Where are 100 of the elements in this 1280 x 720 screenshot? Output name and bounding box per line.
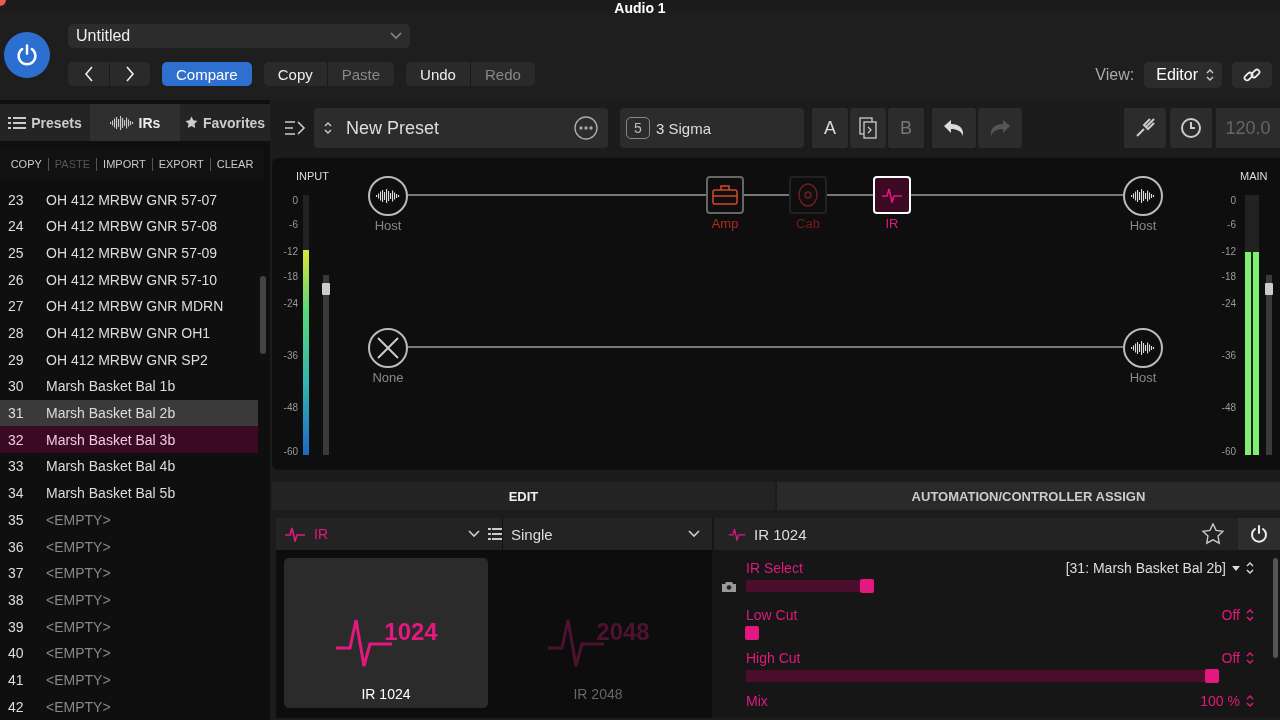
toolbar-button[interactable]: Compare <box>162 62 252 86</box>
parameter-value[interactable]: Off <box>1221 650 1254 666</box>
meter-scale-label: 0 <box>291 195 298 206</box>
undo-button[interactable] <box>932 108 976 148</box>
ir-list-item[interactable]: 27 OH 412 MRBW GNR MDRN <box>0 293 258 320</box>
stepper-icon <box>1246 651 1254 665</box>
ir-list-item[interactable]: 28 OH 412 MRBW GNR OH1 <box>0 319 258 347</box>
power-button[interactable] <box>4 32 50 78</box>
snapshot-selector[interactable]: 5 3 Sigma <box>620 108 804 148</box>
io-node[interactable] <box>1123 176 1163 216</box>
io-node[interactable] <box>368 328 408 368</box>
tempo-button[interactable] <box>1170 108 1212 148</box>
ir-list-item[interactable]: 33 Marsh Basket Bal 4b <box>0 453 258 480</box>
meter-scale-label: -18 <box>282 271 298 282</box>
item-number: 35 <box>8 511 25 528</box>
list-action-button[interactable]: IMPORT <box>97 158 153 172</box>
list-action-button[interactable]: CLEAR <box>210 158 260 172</box>
item-name: <EMPTY> <box>46 591 111 608</box>
ir-list-item[interactable]: 26 OH 412 MRBW GNR 57-10 <box>0 266 258 293</box>
ir-list-item[interactable]: 39 <EMPTY> <box>0 613 258 640</box>
slider-thumb[interactable] <box>1205 669 1219 683</box>
ir-list-item[interactable]: 35 <EMPTY> <box>0 506 258 534</box>
tuner-button[interactable] <box>1124 108 1166 148</box>
ir-list-item[interactable]: 41 <EMPTY> <box>0 666 258 694</box>
item-name: OH 412 MRBW GNR 57-09 <box>46 244 218 261</box>
preset-name-field[interactable]: New Preset <box>314 108 608 148</box>
panel-tab[interactable]: EDIT <box>272 482 775 510</box>
item-number: 25 <box>8 244 25 261</box>
item-number: 24 <box>8 218 25 235</box>
item-name: OH 412 MRBW GNR SP2 <box>46 351 208 368</box>
ir-list-item[interactable]: 31 Marsh Basket Bal 2b <box>0 399 258 427</box>
meter-scale-label: -60 <box>1220 446 1236 457</box>
ir-list-item[interactable]: 30 Marsh Basket Bal 1b <box>0 373 258 400</box>
ir-list-item[interactable]: 37 <EMPTY> <box>0 559 258 587</box>
block-node[interactable] <box>789 176 827 214</box>
category-dropdown[interactable]: IR <box>276 518 488 550</box>
item-number: 37 <box>8 565 25 582</box>
ir-list-item[interactable]: 38 <EMPTY> <box>0 586 258 614</box>
chevron-right-icon <box>125 66 135 82</box>
fader-handle[interactable] <box>1265 282 1273 295</box>
undo-icon <box>943 119 965 137</box>
ir-list-item[interactable]: 23 OH 412 MRBW GNR 57-07 <box>0 186 258 213</box>
item-name: <EMPTY> <box>46 618 111 635</box>
mode-dropdown[interactable]: Single <box>502 518 712 550</box>
parameter-value[interactable]: Off <box>1221 607 1254 623</box>
audio-wave-icon <box>1131 188 1155 204</box>
a-button[interactable]: A <box>812 108 848 148</box>
item-name: OH 412 MRBW GNR OH1 <box>46 325 211 342</box>
parameter-slider[interactable] <box>746 670 1218 682</box>
ir-list-item[interactable]: 24 OH 412 MRBW GNR 57-08 <box>0 212 258 240</box>
chevron-down-icon <box>390 32 402 40</box>
speaker-icon <box>797 182 819 208</box>
fader-handle[interactable] <box>322 282 330 295</box>
ir-list-item[interactable]: 42 <EMPTY> <box>0 693 258 720</box>
preset-dropdown[interactable]: Untitled <box>68 24 410 48</box>
view-dropdown[interactable]: Editor <box>1144 62 1222 88</box>
stepper-icon <box>1246 608 1254 622</box>
camera-icon <box>722 581 736 592</box>
item-number: 36 <box>8 538 25 555</box>
ir-list-item[interactable]: 32 Marsh Basket Bal 3b <box>0 426 258 454</box>
scrollbar[interactable] <box>1273 558 1278 658</box>
block-node[interactable] <box>706 176 744 214</box>
item-number: 40 <box>8 645 25 662</box>
model-tile[interactable]: 1024 IR 1024 <box>284 558 488 708</box>
item-name: OH 412 MRBW GNR 57-10 <box>46 271 218 288</box>
ir-list-item[interactable]: 29 OH 412 MRBW GNR SP2 <box>0 346 258 374</box>
item-number: 34 <box>8 485 25 502</box>
scrollbar[interactable] <box>260 276 266 354</box>
ir-list-item[interactable]: 34 Marsh Basket Bal 5b <box>0 479 258 507</box>
parameter-value[interactable]: [31: Marsh Basket Bal 2b] <box>1065 560 1254 576</box>
item-name: <EMPTY> <box>46 538 111 555</box>
signal-line <box>826 194 874 196</box>
item-number: 39 <box>8 618 25 635</box>
parameter-value[interactable]: 100 % <box>1200 693 1254 709</box>
copy-to-button[interactable] <box>850 108 886 148</box>
item-name: <EMPTY> <box>46 645 111 662</box>
list-action-button[interactable]: EXPORT <box>152 158 211 172</box>
io-node[interactable] <box>1123 328 1163 368</box>
star-icon <box>184 116 198 130</box>
link-icon <box>1243 66 1261 84</box>
item-number: 23 <box>8 191 25 208</box>
ir-list-item[interactable]: 40 <EMPTY> <box>0 639 258 667</box>
panel-tab[interactable]: AUTOMATION/CONTROLLER ASSIGN <box>777 482 1280 510</box>
caret-icon <box>1232 565 1240 571</box>
meter-scale-label: -36 <box>1220 350 1236 361</box>
slider-thumb[interactable] <box>745 626 759 640</box>
io-node[interactable] <box>368 176 408 216</box>
item-name: <EMPTY> <box>46 671 111 688</box>
item-name: OH 412 MRBW GNR MDRN <box>46 298 224 315</box>
sidebar-tab[interactable]: IRs <box>90 104 180 142</box>
ir-list-item[interactable]: 36 <EMPTY> <box>0 533 258 560</box>
link-button[interactable] <box>1232 62 1272 88</box>
item-name: Marsh Basket Bal 3b <box>46 431 176 448</box>
list-action-button[interactable]: COPY <box>4 158 49 172</box>
slider-thumb[interactable] <box>860 579 874 593</box>
meter-scale-label: -24 <box>1220 298 1236 309</box>
ir-list-item[interactable]: 25 OH 412 MRBW GNR 57-09 <box>0 239 258 267</box>
signal-line <box>743 194 790 196</box>
item-number: 41 <box>8 671 25 688</box>
block-power-button[interactable] <box>1238 518 1280 550</box>
